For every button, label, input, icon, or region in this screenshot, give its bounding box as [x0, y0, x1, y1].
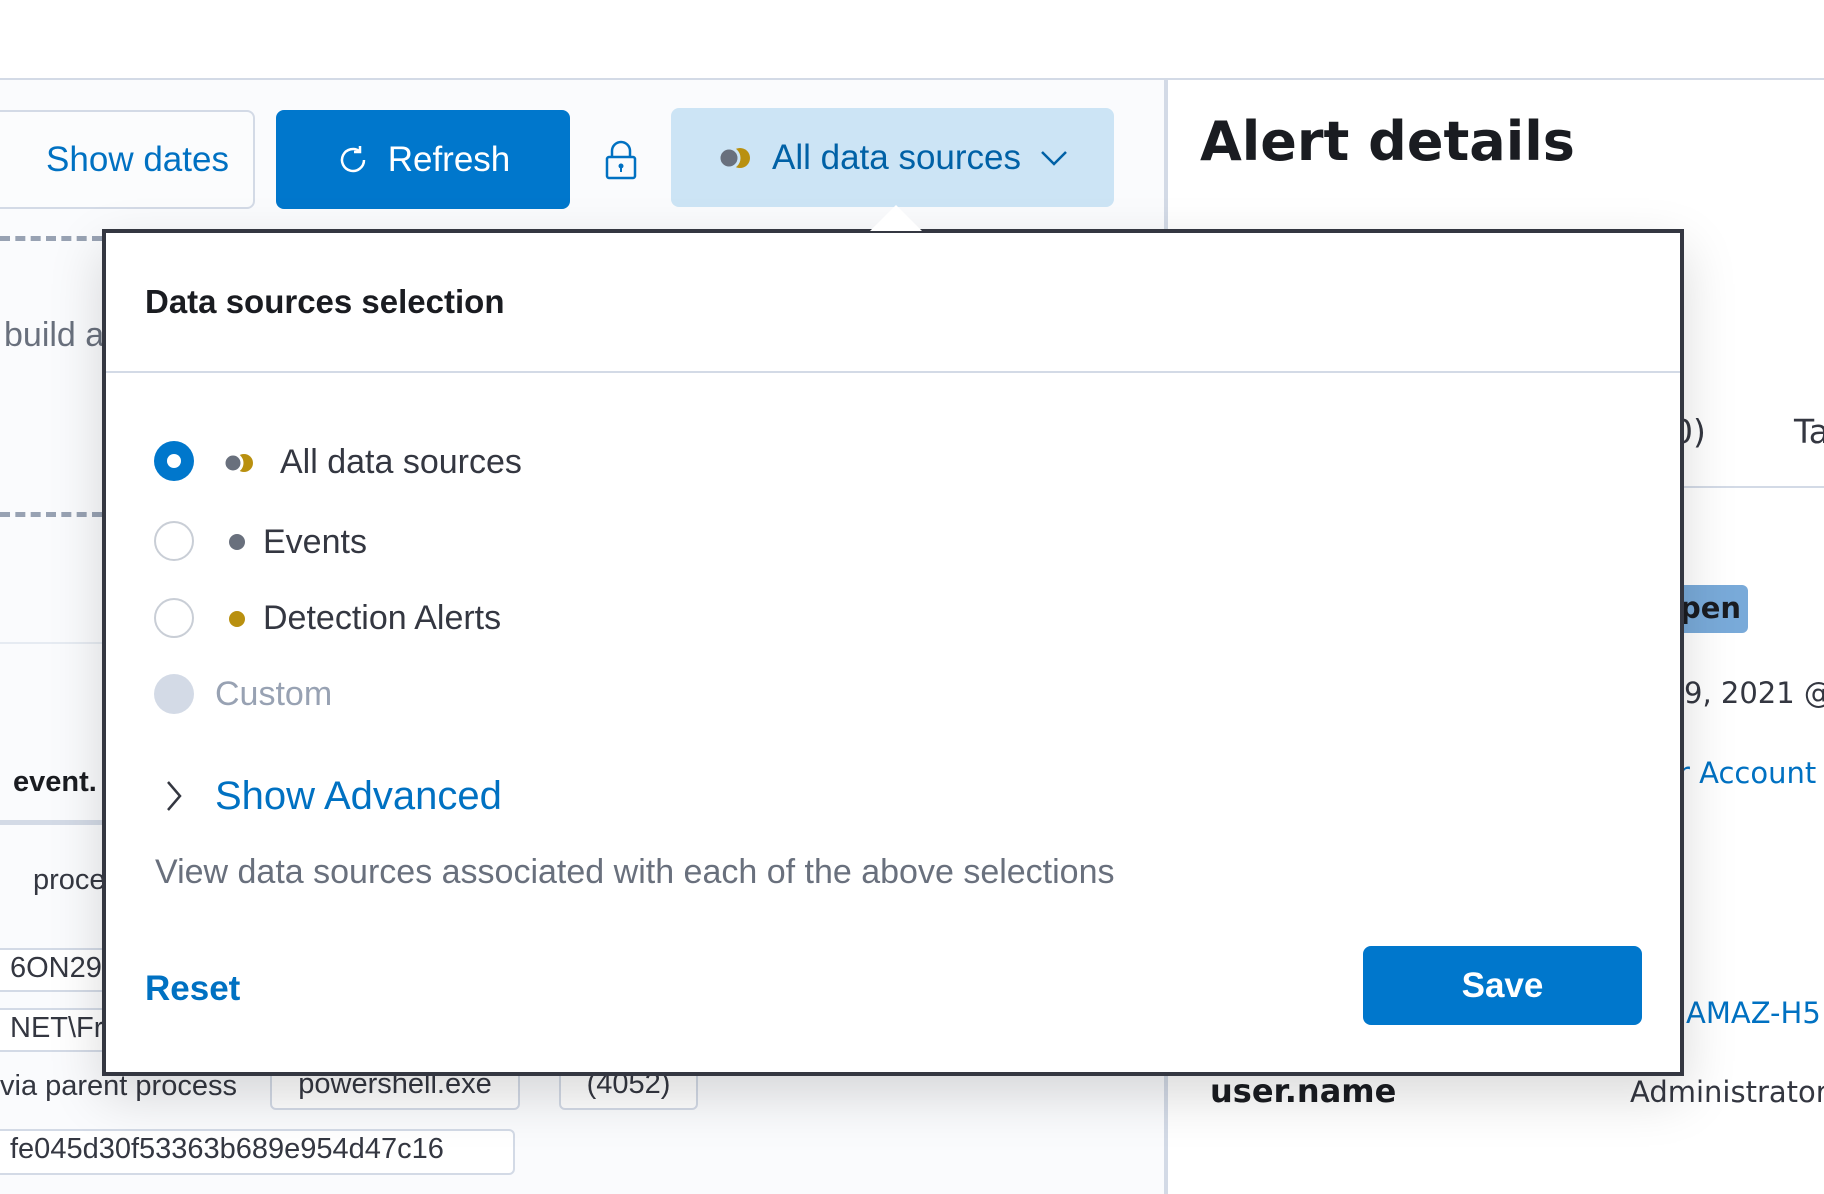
process-text: proce [33, 864, 106, 896]
popover-divider [106, 371, 1680, 373]
option-label: Custom [215, 675, 333, 713]
reset-button[interactable]: Reset [145, 969, 240, 1009]
column-header-event[interactable]: event. [13, 766, 97, 799]
refresh-button[interactable]: Refresh [276, 110, 570, 209]
option-label[interactable]: All data sources [280, 443, 522, 482]
dropzone-text: build a [4, 316, 105, 354]
radio-custom [154, 674, 194, 714]
tab-partial[interactable]: Ta [1794, 412, 1824, 451]
divider [0, 642, 102, 644]
show-advanced-toggle[interactable]: Show Advanced [215, 774, 502, 819]
all-data-sources-icon [222, 452, 253, 474]
data-sources-button[interactable]: All data sources [671, 108, 1114, 207]
dropzone-border-top [0, 236, 102, 241]
popover-title: Data sources selection [145, 283, 505, 320]
radio-detection-alerts[interactable] [154, 598, 194, 638]
chevron-right-icon[interactable] [164, 779, 184, 813]
show-dates-label: Show dates [46, 139, 229, 179]
popover-arrow [870, 205, 922, 231]
refresh-label: Refresh [387, 139, 511, 179]
refresh-icon [340, 145, 365, 172]
option-label[interactable]: Events [263, 523, 367, 562]
user-name-value: Administrator [1630, 1075, 1824, 1109]
data-sources-label: All data sources [771, 137, 1022, 177]
host-link[interactable]: AMAZ-H5 [1686, 996, 1821, 1030]
popover-description: View data sources associated with each o… [155, 853, 1115, 891]
user-name-label: user.name [1210, 1072, 1397, 1110]
data-sources-icon [717, 146, 750, 169]
events-dot-icon [229, 534, 245, 550]
data-sources-popover: Data sources selection All data sources … [102, 229, 1684, 1076]
lock-icon[interactable] [604, 140, 638, 180]
option-label[interactable]: Detection Alerts [263, 599, 501, 638]
alerts-dot-icon [229, 611, 245, 627]
save-label: Save [1461, 965, 1544, 1005]
header-underline [0, 820, 102, 825]
show-dates-button[interactable]: Show dates [0, 110, 255, 209]
timestamp: 9, 2021 @ [1684, 676, 1824, 710]
dropzone-border-bottom [0, 512, 102, 517]
account-link[interactable]: r Account [1678, 756, 1816, 790]
chevron-down-icon [1041, 150, 1067, 166]
radio-all-data-sources[interactable] [154, 441, 194, 481]
flyout-title: Alert details [1200, 110, 1575, 173]
tabs-underline [1684, 486, 1824, 488]
save-button[interactable]: Save [1363, 946, 1642, 1025]
radio-events[interactable] [154, 521, 194, 561]
process-hash[interactable]: fe045d30f53363b689e954d47c16 [0, 1129, 515, 1175]
